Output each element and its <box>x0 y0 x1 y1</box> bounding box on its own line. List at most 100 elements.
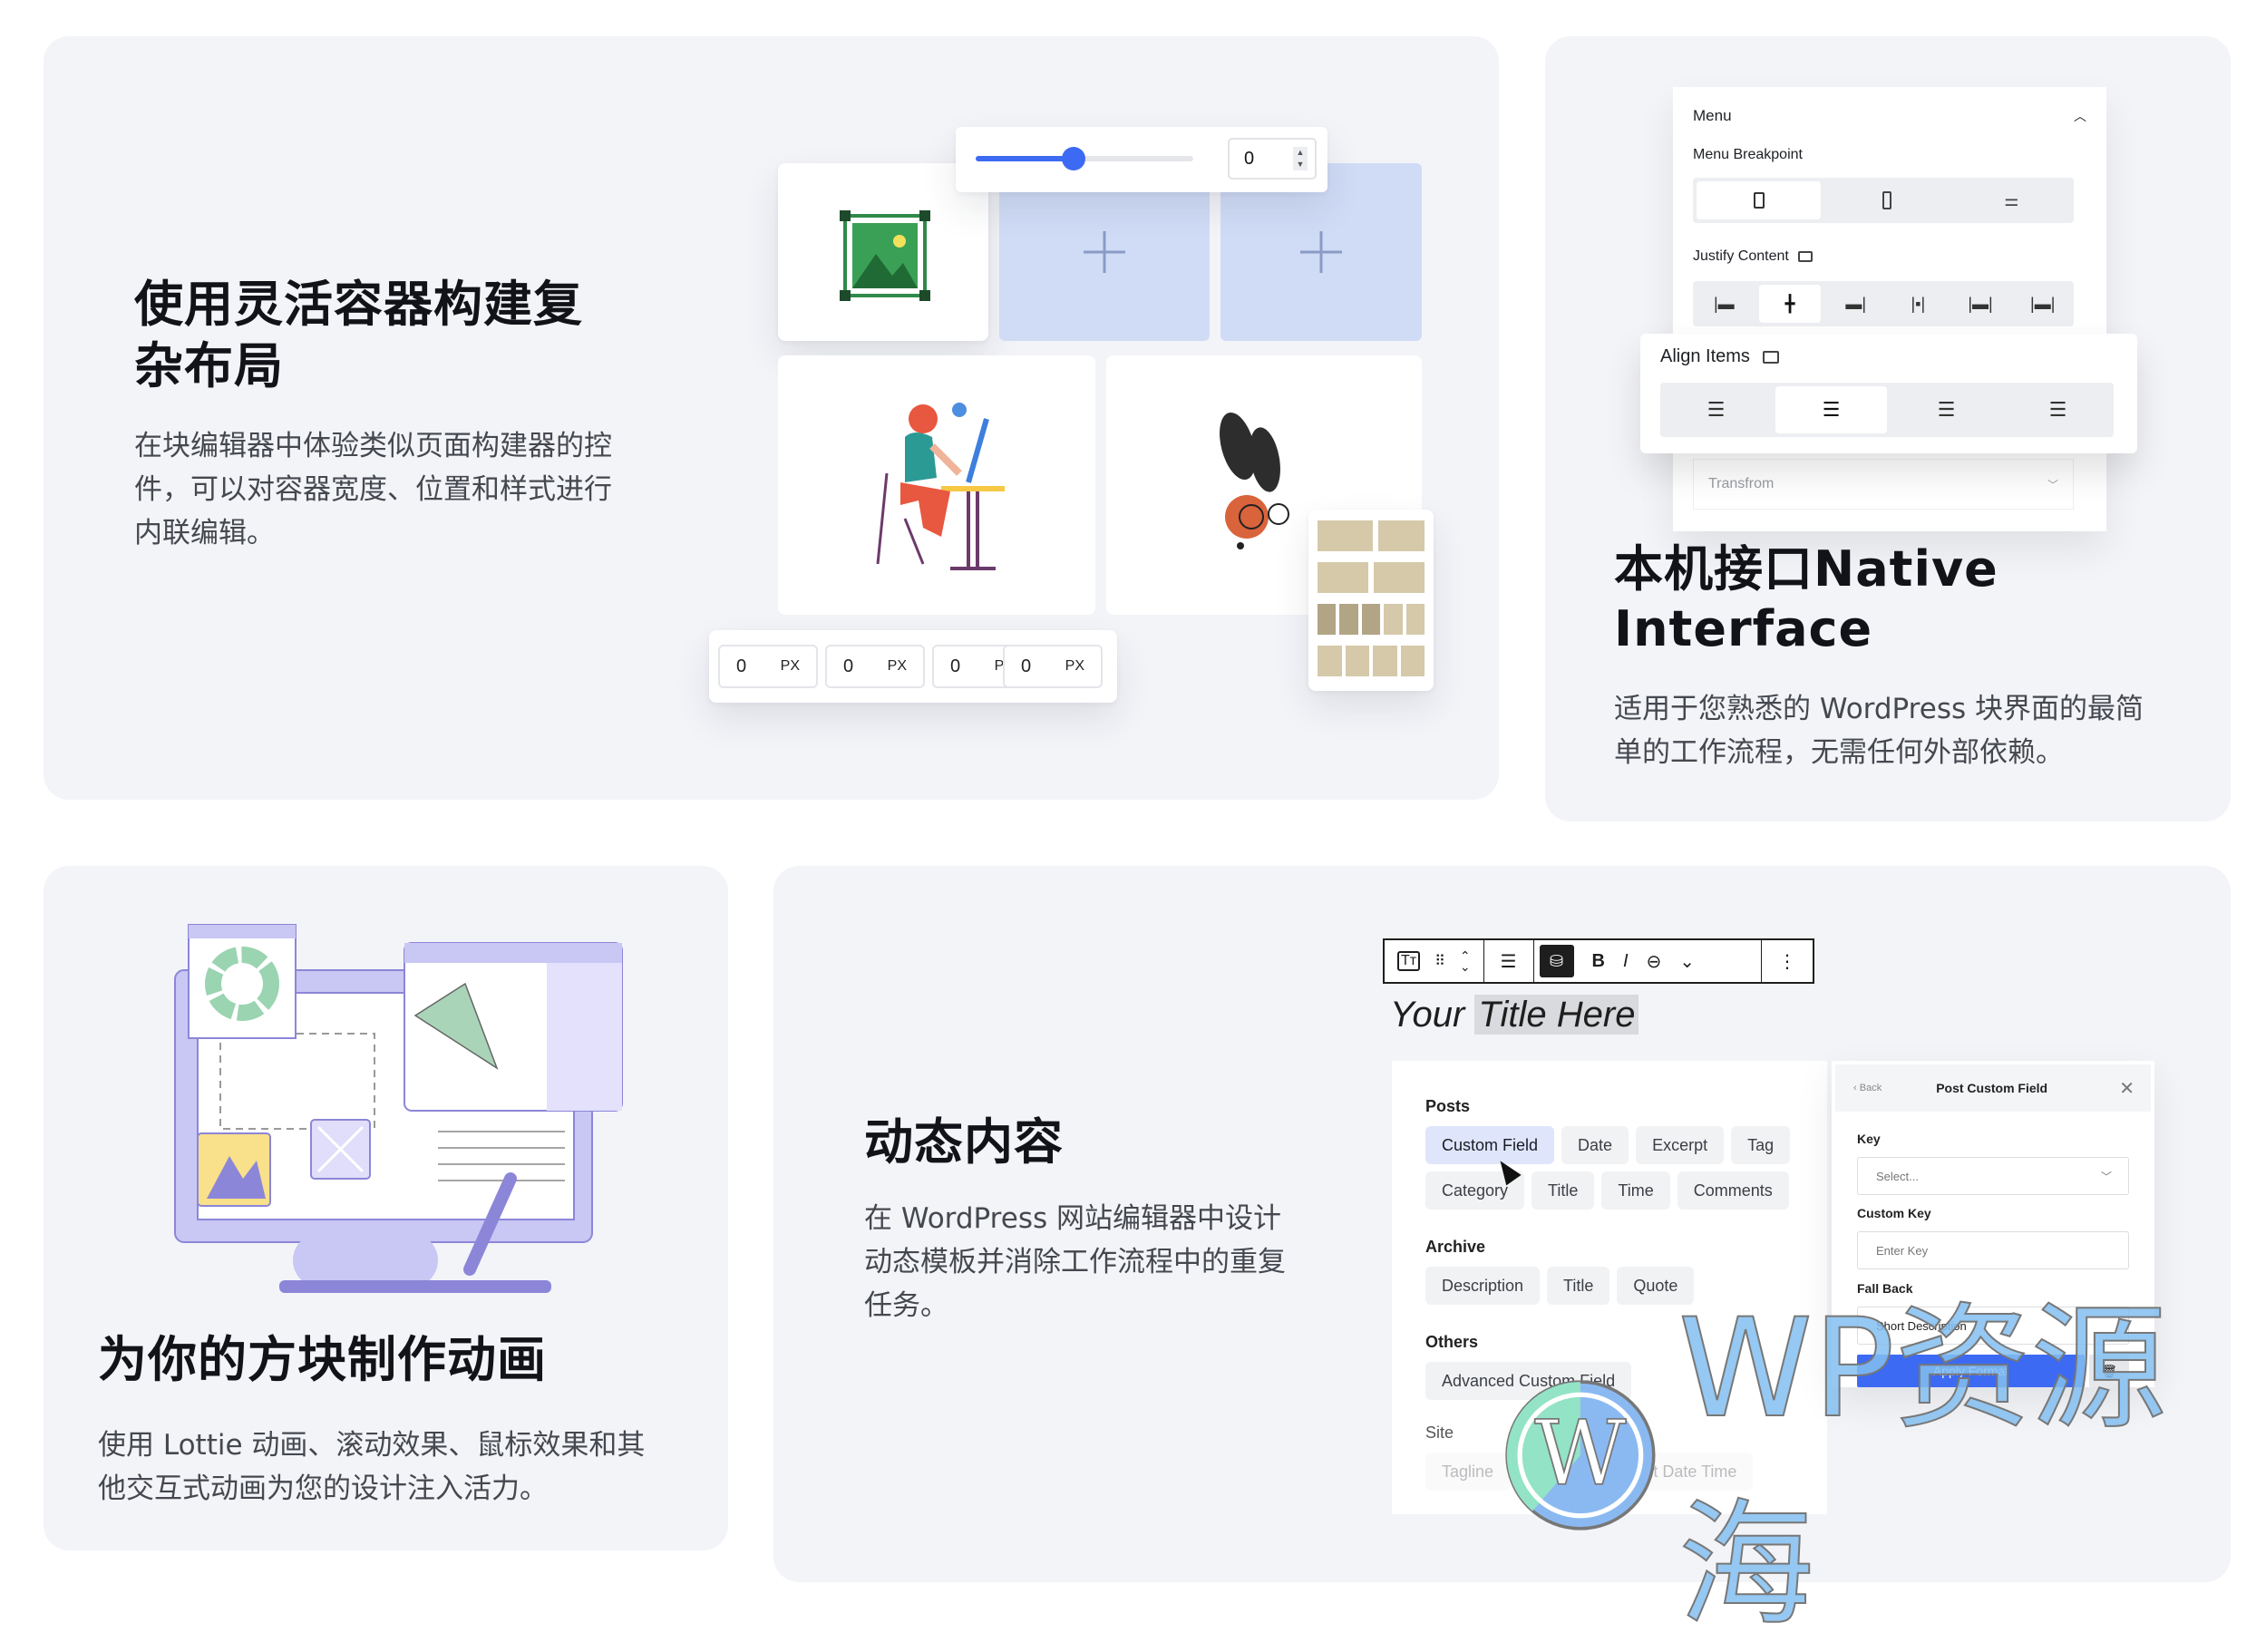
back-button[interactable]: ‹ Back <box>1853 1083 1882 1093</box>
slider-number-input[interactable]: 0 ▲ ▼ <box>1228 138 1317 180</box>
archive-chip-list: Description Title Quote <box>1425 1265 1815 1310</box>
slider-handle[interactable] <box>1062 147 1085 170</box>
chip-comments[interactable]: Comments <box>1677 1171 1789 1210</box>
key-select[interactable]: Select... ﹀ <box>1857 1157 2129 1195</box>
move-up-down-icon[interactable]: ⌃ ⌄ <box>1460 949 1471 973</box>
chip-site-title[interactable]: Title <box>1517 1453 1580 1491</box>
chip-custom-field[interactable]: Custom Field <box>1425 1126 1555 1164</box>
spacing-input-right[interactable]: 0 PX <box>825 645 925 688</box>
justify-evenly-button[interactable]: |▬| <box>2011 281 2074 326</box>
dynamic-content-description: 在 WordPress 网站编辑器中设计 动态模板并消除工作流程中的重复 任务。 <box>864 1197 1286 1327</box>
tablet-icon <box>1753 192 1765 209</box>
justify-end-icon: ▬| <box>1845 294 1867 313</box>
custom-breakpoint-button[interactable]: ⚌ <box>1950 178 2074 223</box>
spacing-unit[interactable]: PX <box>888 658 907 675</box>
image-icon <box>840 210 930 301</box>
chip-description[interactable]: Description <box>1425 1267 1541 1305</box>
drag-handle-icon[interactable]: ⠿ <box>1434 952 1445 970</box>
custom-key-placeholder: Enter Key <box>1876 1243 1929 1258</box>
mobile-breakpoint-button[interactable] <box>1824 178 1949 223</box>
chevron-down-icon: ﹀ <box>2100 1170 2112 1183</box>
desc-line: 适用于您熟悉的 WordPress 块界面的最简 <box>1614 693 2144 725</box>
options-button[interactable]: ⋮ <box>1762 940 1813 982</box>
desc-line: 在块编辑器中体验类似页面构建器的控 <box>134 430 612 462</box>
layout-option[interactable] <box>1318 562 1425 593</box>
chevron-down-icon: ﹀ <box>2047 478 2058 491</box>
spacing-unit[interactable]: PX <box>781 658 800 675</box>
layout-option[interactable] <box>1318 520 1425 551</box>
transform-row[interactable]: Transfrom ﹀ <box>1693 459 2074 510</box>
card-flex-layout: 使用灵活容器构建复 杂布局 在块编辑器中体验类似页面构建器的控 件，可以对容器宽… <box>44 36 1499 800</box>
posts-section-label: Posts <box>1425 1097 1471 1115</box>
fallback-input[interactable]: Short Description <box>1857 1307 2129 1345</box>
chip-advanced-custom-field[interactable]: Advanced Custom Field <box>1425 1362 1632 1400</box>
spacing-input-left[interactable]: 0 PX <box>1003 645 1103 688</box>
heading-block[interactable]: Your Title Here <box>1390 995 1639 1035</box>
custom-key-input[interactable]: Enter Key <box>1857 1231 2129 1269</box>
align-center-button[interactable]: ☰ <box>1775 386 1887 433</box>
desktop-icon[interactable] <box>1762 350 1779 364</box>
justify-center-icon: ╋ <box>1784 294 1795 313</box>
character-illustration <box>1220 413 1289 549</box>
chip-date[interactable]: Date <box>1561 1126 1629 1164</box>
back-label: Back <box>1859 1083 1882 1093</box>
key-select-placeholder: Select... <box>1876 1169 1919 1183</box>
slider-fill <box>976 156 1074 161</box>
spacing-unit[interactable]: PX <box>1065 658 1084 675</box>
chip-excerpt[interactable]: Excerpt <box>1636 1126 1725 1164</box>
align-items-panel: Align Items ☰ ☰ ☰ ☰ <box>1640 334 2137 453</box>
align-icon: ☰ <box>1500 951 1517 972</box>
block-type-icon[interactable]: Tт <box>1397 951 1421 971</box>
align-button[interactable]: ☰ <box>1484 940 1534 982</box>
layout-option[interactable] <box>1318 604 1425 635</box>
chip-tag[interactable]: Tag <box>1731 1126 1791 1164</box>
chevron-left-icon: ‹ <box>1853 1083 1860 1093</box>
slider-number-value: 0 <box>1244 148 1255 169</box>
breakpoint-label: Menu Breakpoint <box>1693 147 1803 162</box>
desktop-icon[interactable] <box>1797 251 1813 262</box>
link-icon[interactable]: ⊖ <box>1647 950 1662 973</box>
slider-track[interactable] <box>976 147 1193 170</box>
justify-between-button[interactable]: |▬| <box>1950 281 2012 326</box>
bold-button[interactable]: B <box>1592 951 1605 972</box>
justify-evenly-icon: |▬| <box>2030 294 2056 313</box>
title-line: Interface <box>1614 600 1873 657</box>
justify-center-button[interactable]: ╋ <box>1758 285 1822 323</box>
apply-format-button[interactable]: Apply Format <box>1857 1355 2085 1387</box>
justify-end-button[interactable]: ▬| <box>1824 281 1887 326</box>
delete-button[interactable]: 🗑 <box>2089 1355 2129 1387</box>
justify-around-button[interactable]: |▪| <box>1887 281 1950 326</box>
more-formats-chevron-icon[interactable]: ⌄ <box>1679 950 1695 973</box>
chip-title[interactable]: Title <box>1532 1171 1595 1210</box>
transform-label: Transfrom <box>1708 476 1775 491</box>
align-items-label: Align Items <box>1660 346 1750 366</box>
tablet-breakpoint-button[interactable] <box>1697 181 1822 219</box>
plus-icon <box>1084 231 1125 273</box>
align-right-button[interactable]: ☰ <box>1891 383 2002 437</box>
desc-line: 在 WordPress 网站编辑器中设计 <box>864 1202 1281 1235</box>
spacing-input-top[interactable]: 0 PX <box>718 645 818 688</box>
archive-section-label: Archive <box>1425 1238 1486 1256</box>
chip-archive-title[interactable]: Title <box>1547 1267 1610 1305</box>
chip-current-date-time[interactable]: Current Date Time <box>1587 1453 1754 1491</box>
card-dynamic-content: 动态内容 在 WordPress 网站编辑器中设计 动态模板并消除工作流程中的重… <box>773 866 2231 1582</box>
title-line: 杂布局 <box>134 337 284 394</box>
justify-start-button[interactable]: |▬ <box>1693 281 1755 326</box>
close-icon[interactable]: ✕ <box>2119 1077 2134 1100</box>
chip-tagline[interactable]: Tagline <box>1425 1453 1511 1491</box>
native-interface-description: 适用于您熟悉的 WordPress 块界面的最简 单的工作流程，无需任何外部依赖… <box>1614 687 2144 774</box>
chevron-up-icon[interactable]: ︿ <box>2074 107 2086 125</box>
dynamic-data-button[interactable]: ⛁ <box>1539 945 1574 977</box>
chip-quote[interactable]: Quote <box>1617 1267 1695 1305</box>
layout-option[interactable] <box>1318 646 1425 676</box>
spinner-icon[interactable]: ▲ ▼ <box>1293 147 1308 170</box>
native-interface-title: 本机接口Native Interface <box>1614 539 1998 659</box>
align-items-label-row: Align Items <box>1660 346 1779 367</box>
flex-layout-title: 使用灵活容器构建复 杂布局 <box>134 274 583 397</box>
justify-content-label: Justify Content <box>1693 248 1789 264</box>
align-stretch-button[interactable]: ☰ <box>2002 383 2114 437</box>
menu-panel-header[interactable]: Menu ︿ <box>1693 107 2086 125</box>
chip-time[interactable]: Time <box>1601 1171 1670 1210</box>
align-left-button[interactable]: ☰ <box>1660 383 1772 437</box>
italic-button[interactable]: I <box>1623 951 1629 972</box>
